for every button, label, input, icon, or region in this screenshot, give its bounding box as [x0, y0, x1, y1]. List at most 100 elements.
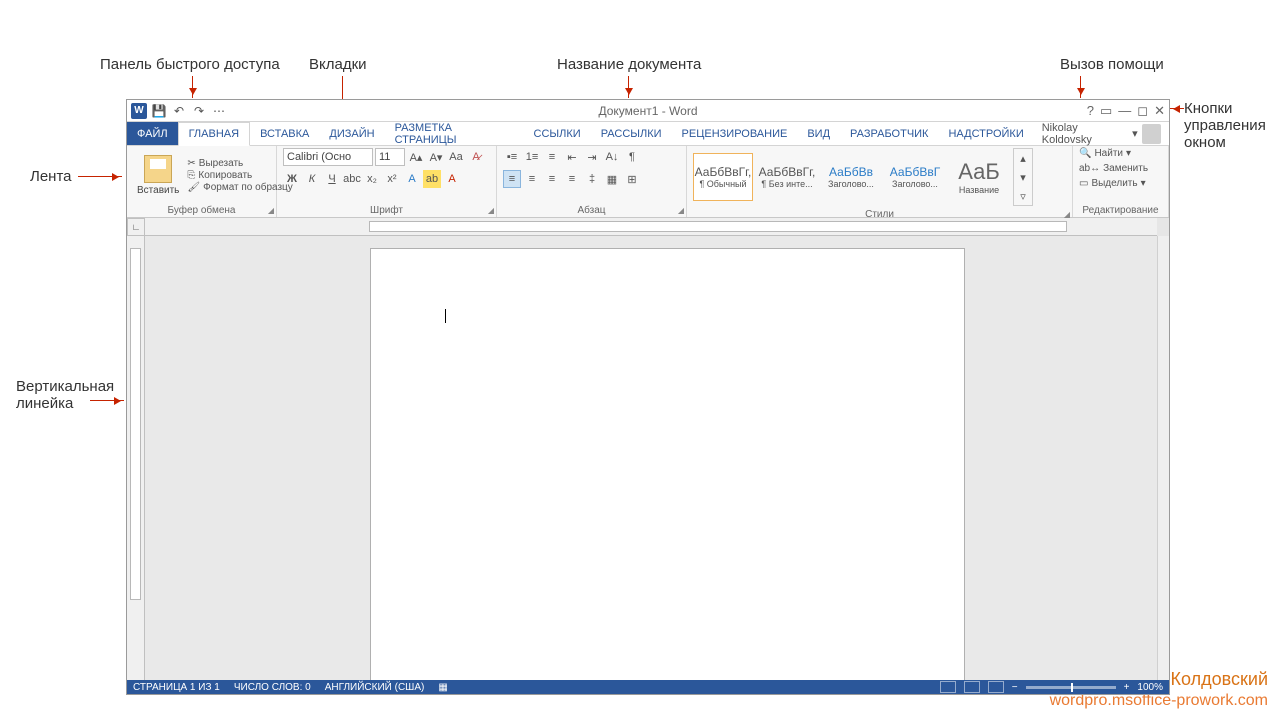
tab-design[interactable]: ДИЗАЙН — [319, 122, 384, 145]
tab-review[interactable]: РЕЦЕНЗИРОВАНИЕ — [672, 122, 798, 145]
line-spacing-button[interactable]: ‡ — [583, 170, 601, 188]
word-window: W 💾 ↶ ↷ ⋯ Документ1 - Word ? ▭ — ◻ ✕ ФАЙ… — [126, 99, 1170, 695]
status-lang[interactable]: АНГЛИЙСКИЙ (США) — [325, 682, 425, 693]
status-macro-icon[interactable]: ▦ — [438, 682, 447, 693]
view-print-button[interactable] — [964, 681, 980, 693]
numbering-button[interactable]: 1≡ — [523, 148, 541, 166]
window-controls: ? ▭ — ◻ ✕ — [1087, 103, 1165, 119]
tab-view[interactable]: ВИД — [797, 122, 840, 145]
zoom-slider[interactable] — [1026, 686, 1116, 689]
clear-format-button[interactable]: A̷ — [467, 148, 485, 166]
zoom-out-button[interactable]: − — [1012, 682, 1018, 693]
styles-more-button[interactable]: ▿ — [1014, 187, 1032, 205]
avatar — [1142, 124, 1161, 144]
replace-button[interactable]: ab↔ Заменить — [1079, 163, 1148, 174]
status-words[interactable]: ЧИСЛО СЛОВ: 0 — [234, 682, 311, 693]
arrow — [1170, 108, 1184, 109]
subscript-button[interactable]: x₂ — [363, 170, 381, 188]
tab-insert[interactable]: ВСТАВКА — [250, 122, 319, 145]
grow-font-button[interactable]: A▴ — [407, 148, 425, 166]
style-normal[interactable]: АаБбВвГг,¶ Обычный — [693, 153, 753, 201]
select-button[interactable]: ▭ Выделить ▾ — [1079, 178, 1146, 189]
status-page[interactable]: СТРАНИЦА 1 ИЗ 1 — [133, 682, 220, 693]
styles-up-button[interactable]: ▴ — [1014, 149, 1032, 167]
callout-qat: Панель быстрого доступа — [100, 56, 280, 73]
font-size-combo[interactable]: 11 — [375, 148, 405, 166]
show-marks-button[interactable]: ¶ — [623, 148, 641, 166]
sort-button[interactable]: A↓ — [603, 148, 621, 166]
style-nospacing[interactable]: АаБбВвГг,¶ Без инте... — [757, 153, 817, 201]
quick-access-toolbar: W 💾 ↶ ↷ ⋯ Документ1 - Word ? ▭ — ◻ ✕ — [127, 100, 1169, 122]
vertical-scrollbar[interactable] — [1157, 236, 1169, 680]
style-title[interactable]: АаБНазвание — [949, 153, 1009, 201]
help-button[interactable]: ? — [1087, 103, 1094, 118]
window-title: Документ1 - Word — [127, 104, 1169, 118]
document-area[interactable] — [145, 236, 1157, 680]
group-styles: АаБбВвГг,¶ Обычный АаБбВвГг,¶ Без инте..… — [687, 146, 1073, 217]
strike-button[interactable]: abc — [343, 170, 361, 188]
callout-tabs: Вкладки — [309, 56, 367, 73]
font-color-button[interactable]: A — [443, 170, 461, 188]
horizontal-ruler[interactable] — [145, 218, 1157, 236]
tab-file[interactable]: ФАЙЛ — [127, 122, 178, 145]
align-right-button[interactable]: ≡ — [543, 170, 561, 188]
arrow — [90, 400, 124, 401]
style-heading1[interactable]: АаБбВвЗаголово... — [821, 153, 881, 201]
underline-button[interactable]: Ч — [323, 170, 341, 188]
tab-layout[interactable]: РАЗМЕТКА СТРАНИЦЫ — [385, 122, 524, 145]
tab-references[interactable]: ССЫЛКИ — [524, 122, 591, 145]
styles-down-button[interactable]: ▾ — [1014, 168, 1032, 186]
ribbon-display-button[interactable]: ▭ — [1100, 103, 1112, 119]
tab-addins[interactable]: НАДСТРОЙКИ — [938, 122, 1033, 145]
justify-button[interactable]: ≡ — [563, 170, 581, 188]
qat-customize-button[interactable]: ⋯ — [211, 103, 227, 119]
borders-button[interactable]: ⊞ — [623, 170, 641, 188]
app-icon: W — [131, 103, 147, 119]
highlight-button[interactable]: ab — [423, 170, 441, 188]
inc-indent-button[interactable]: ⇥ — [583, 148, 601, 166]
callout-winctl: Кнопки управления окном — [1184, 100, 1274, 151]
clipboard-launcher[interactable]: ◢ — [268, 206, 274, 215]
shrink-font-button[interactable]: A▾ — [427, 148, 445, 166]
ribbon-tabs: ФАЙЛ ГЛАВНАЯ ВСТАВКА ДИЗАЙН РАЗМЕТКА СТР… — [127, 122, 1169, 146]
tab-home[interactable]: ГЛАВНАЯ — [178, 122, 250, 146]
style-heading2[interactable]: АаБбВвГЗаголово... — [885, 153, 945, 201]
view-web-button[interactable] — [988, 681, 1004, 693]
zoom-in-button[interactable]: + — [1124, 682, 1130, 693]
font-launcher[interactable]: ◢ — [488, 206, 494, 215]
status-bar: СТРАНИЦА 1 ИЗ 1 ЧИСЛО СЛОВ: 0 АНГЛИЙСКИЙ… — [127, 680, 1169, 694]
arrow — [192, 76, 193, 98]
redo-button[interactable]: ↷ — [191, 103, 207, 119]
ruler-corner[interactable]: ∟ — [127, 218, 145, 236]
zoom-level[interactable]: 100% — [1137, 682, 1163, 693]
dec-indent-button[interactable]: ⇤ — [563, 148, 581, 166]
paragraph-launcher[interactable]: ◢ — [678, 206, 684, 215]
bold-button[interactable]: Ж — [283, 170, 301, 188]
undo-button[interactable]: ↶ — [171, 103, 187, 119]
bullets-button[interactable]: ▪≡ — [503, 148, 521, 166]
text-effects-button[interactable]: A — [403, 170, 421, 188]
tab-mailings[interactable]: РАССЫЛКИ — [591, 122, 672, 145]
paste-button[interactable]: Вставить — [133, 153, 183, 198]
minimize-button[interactable]: — — [1118, 103, 1131, 118]
group-clipboard: Вставить ✂ Вырезать ⎘ Копировать 🖌 Форма… — [127, 146, 277, 217]
document-page[interactable] — [370, 248, 965, 680]
user-account[interactable]: Nikolay Koldovsky▾ — [1034, 122, 1169, 145]
maximize-button[interactable]: ◻ — [1137, 103, 1148, 119]
superscript-button[interactable]: x² — [383, 170, 401, 188]
tab-developer[interactable]: РАЗРАБОТЧИК — [840, 122, 938, 145]
align-left-button[interactable]: ≡ — [503, 170, 521, 188]
save-button[interactable]: 💾 — [151, 103, 167, 119]
view-read-button[interactable] — [940, 681, 956, 693]
vertical-ruler[interactable] — [127, 236, 145, 680]
shading-button[interactable]: ▦ — [603, 170, 621, 188]
font-name-combo[interactable]: Calibri (Осно — [283, 148, 373, 166]
callout-title: Название документа — [557, 56, 701, 73]
change-case-button[interactable]: Aa — [447, 148, 465, 166]
multilevel-button[interactable]: ≡ — [543, 148, 561, 166]
italic-button[interactable]: К — [303, 170, 321, 188]
callout-vruler: Вертикальная линейка — [16, 378, 106, 412]
close-button[interactable]: ✕ — [1154, 103, 1165, 119]
align-center-button[interactable]: ≡ — [523, 170, 541, 188]
find-button[interactable]: 🔍 Найти ▾ — [1079, 148, 1131, 159]
